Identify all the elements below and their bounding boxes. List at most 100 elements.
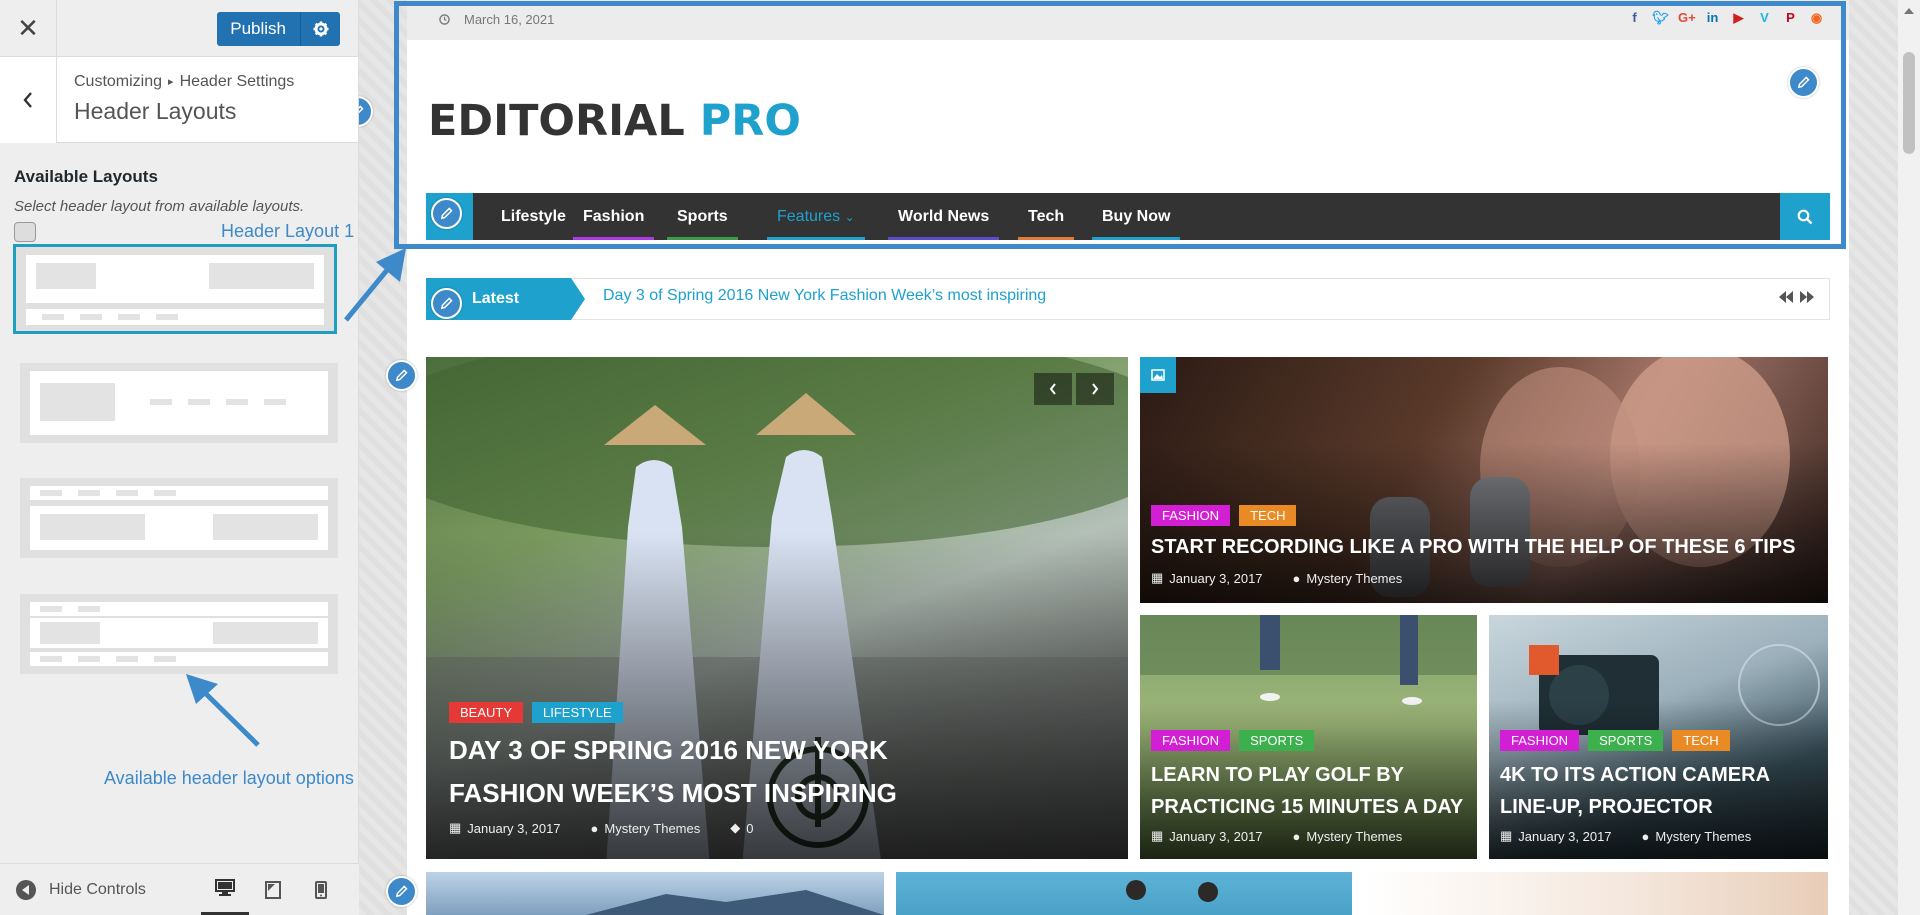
close-customizer-button[interactable]: ✕	[0, 0, 57, 57]
header-layout-3-option[interactable]	[20, 478, 338, 558]
preview-scrollbar[interactable]	[1898, 0, 1920, 915]
calendar-icon: ▦	[1151, 570, 1164, 585]
layout-1-ad-block	[209, 263, 314, 289]
category-badge[interactable]: SPORTS	[1588, 730, 1664, 751]
collapse-icon	[16, 879, 36, 900]
edit-shortcut-menu[interactable]	[431, 198, 462, 229]
post-card-golf[interactable]: FASHION SPORTS LEARN TO PLAY GOLF BY PRA…	[1140, 615, 1477, 859]
header-layout-4-option[interactable]	[20, 594, 338, 674]
layout-4-nav-dot	[40, 656, 62, 662]
user-icon: ●	[590, 820, 599, 836]
layout-3-nav-dot	[40, 490, 62, 496]
mobile-preview-button[interactable]	[297, 864, 345, 915]
post-date: January 3, 2017	[1169, 828, 1263, 844]
post-meta: ▦ January 3, 2017 ● Mystery Themes	[1151, 828, 1402, 844]
edit-shortcut-block[interactable]	[386, 876, 417, 907]
layout-4-nav-dot	[40, 606, 62, 612]
category-badge[interactable]: TECH	[1672, 730, 1730, 751]
card-gradient	[1140, 357, 1828, 603]
close-icon: ✕	[17, 12, 39, 43]
layout-4-nav-dot	[78, 606, 100, 612]
post-date: January 3, 2017	[1518, 828, 1612, 844]
breadcrumb-root: Customizing	[74, 73, 163, 90]
header-layout-2-option[interactable]	[20, 363, 338, 443]
chevron-right-icon	[1092, 383, 1099, 395]
post-card-teaser-1[interactable]	[426, 872, 884, 915]
layout-4-nav-dot	[154, 656, 176, 662]
layout-1-nav	[26, 309, 324, 325]
customizer-topbar: ✕ Publish	[0, 0, 358, 57]
comment-icon: ◆	[730, 820, 741, 835]
gear-icon	[313, 21, 328, 37]
publish-button[interactable]: Publish	[217, 12, 300, 46]
tablet-preview-button[interactable]	[249, 864, 297, 915]
layout-4-logo-block	[40, 622, 100, 644]
site-page: March 16, 2021 f 🐦︎ G+ in ▶ V P ◉ EDITOR…	[394, 0, 1849, 915]
desktop-preview-button[interactable]	[201, 864, 249, 915]
edit-shortcut-social[interactable]	[1788, 67, 1819, 98]
post-author[interactable]: Mystery Themes	[604, 821, 700, 836]
post-title[interactable]: LEARN TO PLAY GOLF BY PRACTICING 15 MINU…	[1151, 759, 1471, 823]
user-icon: ●	[1641, 828, 1650, 844]
category-badge[interactable]: FASHION	[1500, 730, 1580, 751]
device-switcher	[201, 864, 345, 915]
ticker-headline[interactable]: Day 3 of Spring 2016 New York Fashion We…	[603, 287, 1046, 305]
post-title[interactable]: DAY 3 OF SPRING 2016 NEW YORK FASHION WE…	[449, 729, 1009, 815]
layout-2-preview	[30, 371, 328, 435]
layout-1-nav-dot	[80, 314, 102, 320]
layout-2-nav-dot	[188, 399, 210, 405]
site-preview: March 16, 2021 f 🐦︎ G+ in ▶ V P ◉ EDITOR…	[359, 0, 1920, 915]
post-card-camera[interactable]: FASHION SPORTS TECH 4K TO ITS ACTION CAM…	[1489, 615, 1828, 859]
layout-4-nav	[30, 652, 328, 666]
category-badge[interactable]: SPORTS	[1239, 730, 1315, 751]
image-format-badge	[1140, 357, 1176, 393]
post-card-teaser-2[interactable]	[896, 872, 1352, 915]
post-title[interactable]: START RECORDING LIKE A PRO WITH THE HELP…	[1151, 534, 1811, 560]
header-layout-1-option[interactable]	[13, 244, 337, 334]
edit-shortcut-slider[interactable]	[386, 360, 417, 391]
category-badge[interactable]: TECH	[1239, 505, 1297, 526]
post-categories: FASHION SPORTS	[1151, 730, 1315, 751]
publish-settings-button[interactable]	[300, 12, 340, 46]
post-card-recording[interactable]: FASHION TECH START RECORDING LIKE A PRO …	[1140, 357, 1828, 603]
post-author[interactable]: Mystery Themes	[1655, 829, 1751, 844]
layout-1-nav-dot	[42, 314, 64, 320]
section-titles: Customizing ▸ Header Settings Header Layou…	[57, 57, 294, 142]
tablet-icon	[265, 881, 281, 899]
post-card-teaser-3[interactable]	[1364, 872, 1828, 915]
post-author[interactable]: Mystery Themes	[1306, 571, 1402, 586]
layout-radio[interactable]	[14, 222, 36, 242]
scroll-thumb[interactable]	[1903, 52, 1915, 154]
post-categories: BEAUTY LIFESTYLE	[449, 702, 623, 723]
layout-3-nav-dot	[78, 490, 100, 496]
post-title[interactable]: 4K TO ITS ACTION CAMERA LINE-UP, PROJECT…	[1500, 759, 1820, 823]
category-badge[interactable]: FASHION	[1151, 730, 1231, 751]
slider-controls	[1034, 373, 1114, 405]
back-button[interactable]	[0, 57, 57, 143]
ticker-next-icon[interactable]	[1799, 290, 1815, 304]
layout-4-nav-dot	[78, 656, 100, 662]
layout-3-logo-block	[40, 514, 145, 540]
post-author[interactable]: Mystery Themes	[1306, 829, 1402, 844]
control-title: Available Layouts	[14, 167, 158, 186]
calendar-icon: ▦	[1151, 828, 1164, 843]
layout-4-preview	[30, 618, 328, 648]
category-badge[interactable]: LIFESTYLE	[532, 702, 623, 723]
post-meta: ▦ January 3, 2017 ● Mystery Themes ◆ 0	[449, 820, 753, 836]
scroll-up-icon[interactable]	[1904, 8, 1914, 14]
layout-4-ad-block	[213, 622, 318, 644]
post-comments[interactable]: 0	[746, 821, 753, 836]
featured-slide[interactable]: BEAUTY LIFESTYLE DAY 3 OF SPRING 2016 NE…	[426, 357, 1128, 859]
layout-2-logo-block	[40, 383, 115, 421]
category-badge[interactable]: BEAUTY	[449, 702, 524, 723]
hide-controls-label: Hide Controls	[49, 880, 146, 898]
slider-prev-button[interactable]	[1034, 373, 1072, 405]
slider-next-button[interactable]	[1076, 373, 1114, 405]
layout-3-ad-block	[213, 514, 318, 540]
category-badge[interactable]: FASHION	[1151, 505, 1231, 526]
customizer-sidebar: ✕ Publish Customizing ▸ Header Settings He…	[0, 0, 359, 915]
hide-controls-button[interactable]: Hide Controls	[0, 879, 146, 900]
layout-1-nav-dot	[118, 314, 140, 320]
ticker-prev-icon[interactable]	[1778, 290, 1794, 304]
teaser-image-mountains	[586, 890, 884, 915]
